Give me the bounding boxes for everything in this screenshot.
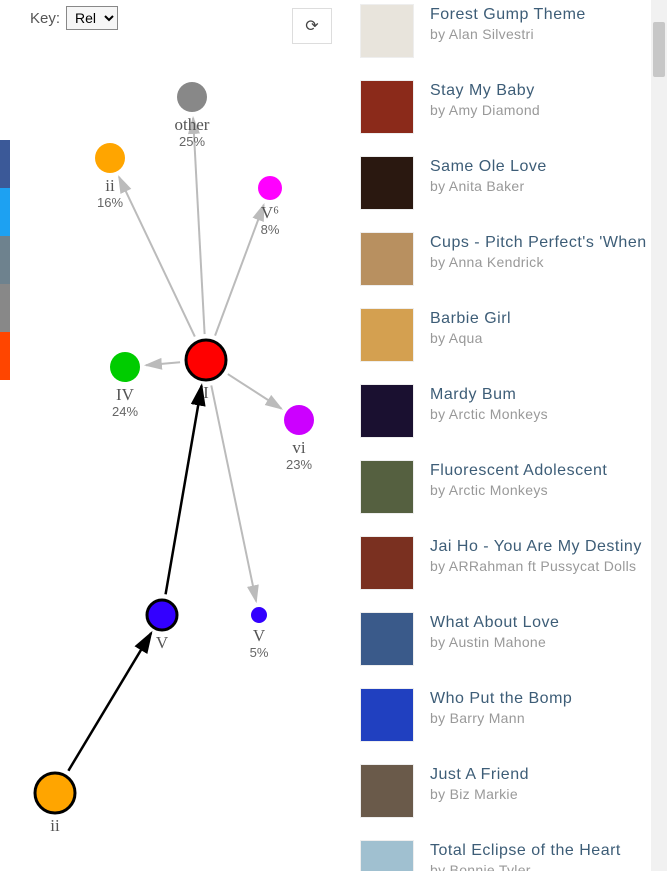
graph-edge [228, 374, 282, 409]
graph-node-pct: 25% [179, 134, 205, 149]
song-artist: by Anna Kendrick [430, 254, 667, 270]
song-row[interactable]: Total Eclipse of the Heart by Bonnie Tyle… [360, 836, 661, 871]
song-thumbnail[interactable] [360, 308, 414, 362]
song-thumbnail[interactable] [360, 536, 414, 590]
chord-graph[interactable]: other25%ii16%V⁶8%IIV24%vi23%VV5%ii [0, 0, 360, 871]
graph-node-V_hist[interactable] [147, 600, 177, 630]
graph-node-V_small[interactable] [251, 607, 267, 623]
song-title[interactable]: Jai Ho - You Are My Destiny [430, 538, 642, 556]
graph-node-pct: 23% [286, 457, 312, 472]
song-row[interactable]: Stay My Baby by Amy Diamond [360, 76, 661, 152]
song-info: Forest Gump Theme by Alan Silvestri [430, 4, 586, 42]
song-thumbnail[interactable] [360, 232, 414, 286]
graph-edge [211, 385, 256, 601]
graph-node-label: V [253, 626, 266, 645]
song-title[interactable]: Just A Friend [430, 766, 529, 784]
song-row[interactable]: Cups - Pitch Perfect's 'When I'mby Anna … [360, 228, 661, 304]
song-row[interactable]: Fluorescent Adolescent by Arctic Monkeys [360, 456, 661, 532]
song-info: Just A Friend by Biz Markie [430, 764, 529, 802]
scrollbar-track[interactable] [651, 0, 667, 871]
song-thumbnail[interactable] [360, 688, 414, 742]
graph-edge [119, 177, 195, 337]
song-artist: by Aqua [430, 330, 511, 346]
graph-edge [215, 205, 264, 336]
song-info: Stay My Baby by Amy Diamond [430, 80, 540, 118]
graph-node-label: other [175, 115, 210, 134]
graph-node-pct: 5% [250, 645, 269, 660]
song-info: Fluorescent Adolescent by Arctic Monkeys [430, 460, 607, 498]
song-artist: by Anita Baker [430, 178, 547, 194]
graph-node-label: IV [116, 385, 135, 404]
song-artist: by Austin Mahone [430, 634, 559, 650]
graph-node-vi[interactable] [284, 405, 314, 435]
song-thumbnail[interactable] [360, 384, 414, 438]
song-row[interactable]: Mardy Bum by Arctic Monkeys [360, 380, 661, 456]
graph-node-label: V⁶ [261, 203, 279, 222]
song-artist: by Barry Mann [430, 710, 572, 726]
song-title[interactable]: Forest Gump Theme [430, 6, 586, 24]
song-title[interactable]: Same Ole Love [430, 158, 547, 176]
song-title[interactable]: Total Eclipse of the Heart [430, 842, 621, 860]
song-title[interactable]: Stay My Baby [430, 82, 540, 100]
song-info: Mardy Bum by Arctic Monkeys [430, 384, 548, 422]
song-artist: by Arctic Monkeys [430, 482, 607, 498]
song-row[interactable]: What About Love by Austin Mahone [360, 608, 661, 684]
graph-node-label: V [156, 633, 169, 652]
song-title[interactable]: What About Love [430, 614, 559, 632]
graph-node-pct: 24% [112, 404, 138, 419]
graph-node-pct: 16% [97, 195, 123, 210]
song-artist: by Bonnie Tyler [430, 862, 621, 871]
song-info: Who Put the Bomp by Barry Mann [430, 688, 572, 726]
song-thumbnail[interactable] [360, 156, 414, 210]
graph-node-label: I [203, 383, 209, 402]
graph-panel: Key: Rel ⟳ other25%ii16%V⁶8%IIV24%vi23%V… [0, 0, 360, 871]
song-info: Barbie Girl by Aqua [430, 308, 511, 346]
graph-node-V6[interactable] [258, 176, 282, 200]
song-title[interactable]: Barbie Girl [430, 310, 511, 328]
graph-node-other[interactable] [177, 82, 207, 112]
song-title[interactable]: Who Put the Bomp [430, 690, 572, 708]
graph-node-ii_top[interactable] [95, 143, 125, 173]
song-thumbnail[interactable] [360, 4, 414, 58]
song-thumbnail[interactable] [360, 840, 414, 871]
graph-edge [146, 362, 180, 365]
graph-edge [193, 118, 205, 334]
graph-edge [68, 633, 151, 771]
song-thumbnail[interactable] [360, 460, 414, 514]
song-thumbnail[interactable] [360, 612, 414, 666]
song-row[interactable]: Same Ole Love by Anita Baker [360, 152, 661, 228]
song-row[interactable]: Just A Friend by Biz Markie [360, 760, 661, 836]
song-title[interactable]: Mardy Bum [430, 386, 548, 404]
graph-node-pct: 8% [261, 222, 280, 237]
song-row[interactable]: Who Put the Bomp by Barry Mann [360, 684, 661, 760]
graph-node-ii_bot[interactable] [35, 773, 75, 813]
song-info: Cups - Pitch Perfect's 'When I'm by Anna … [430, 232, 667, 270]
graph-node-label: vi [292, 438, 306, 457]
song-artist: by Alan Silvestri [430, 26, 586, 42]
song-artist: by Arctic Monkeys [430, 406, 548, 422]
song-thumbnail[interactable] [360, 80, 414, 134]
song-info: Total Eclipse of the Heart by Bonnie Tyle… [430, 840, 621, 871]
graph-node-IV[interactable] [110, 352, 140, 382]
song-info: Jai Ho - You Are My Destiny by ARRahman f… [430, 536, 642, 574]
song-thumbnail[interactable] [360, 764, 414, 818]
song-row[interactable]: Forest Gump Theme by Alan Silvestri [360, 0, 661, 76]
graph-node-I[interactable] [186, 340, 226, 380]
song-info: Same Ole Love by Anita Baker [430, 156, 547, 194]
graph-node-label: ii [105, 176, 115, 195]
scrollbar-thumb[interactable] [653, 22, 665, 77]
song-row[interactable]: Jai Ho - You Are My Destiny by ARRahman f… [360, 532, 661, 608]
song-artist: by Biz Markie [430, 786, 529, 802]
song-artist: by ARRahman ft Pussycat Dolls [430, 558, 642, 574]
song-info: What About Love by Austin Mahone [430, 612, 559, 650]
song-title[interactable]: Cups - Pitch Perfect's 'When I'm [430, 234, 667, 252]
graph-node-label: ii [50, 816, 60, 835]
graph-edge [166, 386, 202, 595]
song-artist: by Amy Diamond [430, 102, 540, 118]
song-list[interactable]: Forest Gump Theme by Alan Silvestri Stay M… [360, 0, 667, 871]
song-title[interactable]: Fluorescent Adolescent [430, 462, 607, 480]
song-row[interactable]: Barbie Girl by Aqua [360, 304, 661, 380]
